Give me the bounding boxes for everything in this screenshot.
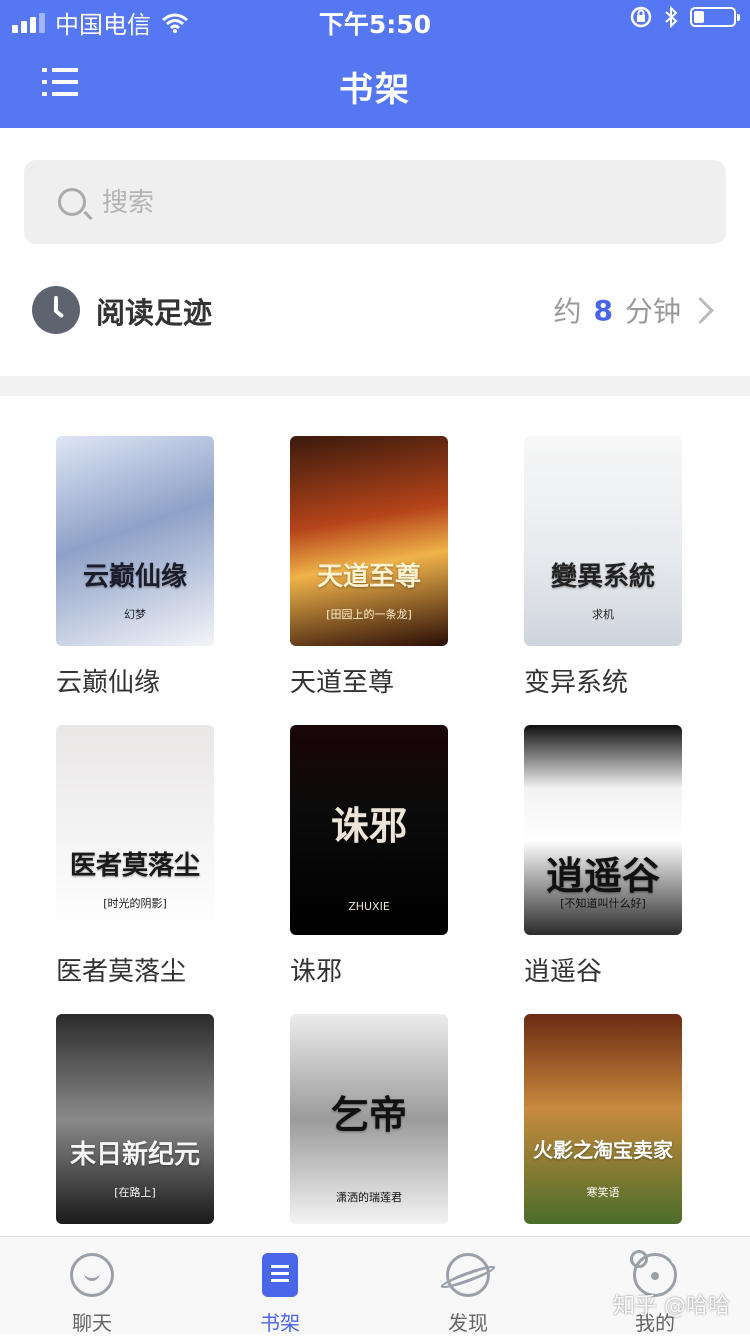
section-divider [0,376,750,396]
cover-author: 求机 [592,608,614,621]
book-item[interactable]: 云巅仙缘 幻梦 云巅仙缘 [56,436,214,699]
reading-time-suffix: 分钟 [624,295,681,328]
book-item[interactable]: 医者莫落尘 [时光的阴影] 医者莫落尘 [56,725,214,988]
cover-title: 火影之淘宝卖家 [533,1138,673,1162]
rotation-lock-icon [630,6,652,28]
bluetooth-icon [665,6,678,28]
search-bar[interactable] [24,160,726,244]
cover-author: 寒笑语 [586,1186,620,1199]
tab-bookshelf[interactable]: 书架 [220,1237,340,1335]
search-input[interactable] [100,182,664,224]
cover-author: [在路上] [114,1186,156,1199]
book-item[interactable]: 變異系統求机变异系统 [524,436,682,699]
book-cover[interactable]: 逍遥谷 [不知道叫什么好] [524,725,682,935]
cover-author: [时光的阴影] [103,897,167,910]
cover-title: 變異系統 [550,562,655,592]
book-item[interactable]: 末日新纪元 [在路上] [56,1014,214,1224]
book-item[interactable]: 逍遥谷 [不知道叫什么好] 逍遥谷 [524,725,682,988]
book-cover[interactable]: 末日新纪元 [在路上] [56,1014,214,1224]
book-title[interactable]: 变异系统 [524,662,682,699]
tab-chat[interactable]: 聊天 [32,1237,152,1335]
cover-author: 幻梦 [124,608,146,621]
reading-time: 约 8 分钟 [553,290,714,330]
book-cover[interactable]: 乞帝 潇洒的瑞莲君 [290,1014,448,1224]
cover-title: 乞帝 [330,1092,407,1137]
tab-label: 书架 [260,1311,300,1335]
cover-title: 末日新纪元 [69,1140,200,1170]
chevron-right-icon [687,296,714,324]
top-bar: 中国电信 下午5:50 书架 [0,0,750,128]
tab-label: 发现 [448,1311,488,1335]
book-cover[interactable]: 變異系統 求机 [524,436,682,646]
book-cover[interactable]: 火影之淘宝卖家寒笑语 [524,1014,682,1224]
chat-icon [70,1253,114,1297]
cover-author: ZHUXIE [348,900,390,913]
history-label: 阅读足迹 [96,296,213,330]
clock-icon [32,286,80,334]
battery-icon [690,7,740,27]
cover-author: [田园上的一条龙] [326,608,412,621]
book-item[interactable]: 乞帝 潇洒的瑞莲君 [290,1014,448,1224]
tab-mine[interactable]: 我的 [595,1237,715,1335]
cover-title: 医者莫落尘 [69,851,200,881]
book-cover[interactable]: 诛邪 ZHUXIE [290,725,448,935]
book-cover[interactable]: 医者莫落尘 [时光的阴影] [56,725,214,935]
status-bar: 中国电信 下午5:50 [0,0,750,40]
book-item[interactable]: 诛邪 ZHUXIE 诛邪 [290,725,448,988]
tab-label: 聊天 [72,1311,112,1335]
book-item[interactable]: 天道至尊 [田园上的一条龙] 天道至尊 [290,436,448,699]
cover-title: 天道至尊 [316,562,421,592]
reading-time-prefix: 约 [553,295,582,328]
cover-title: 云巅仙缘 [82,562,187,592]
book-title[interactable]: 医者莫落尘 [56,951,214,988]
page-title: 书架 [339,70,411,110]
status-right [630,6,740,28]
search-icon [58,188,86,216]
planet-icon [446,1253,490,1297]
book-cover[interactable]: 云巅仙缘 幻梦 [56,436,214,646]
cover-title: 诛邪 [330,803,407,848]
book-title[interactable]: 云巅仙缘 [56,662,214,699]
book-item[interactable]: 火影之淘宝卖家寒笑语 [524,1014,682,1224]
book-title[interactable]: 逍遥谷 [524,951,682,988]
cover-title: 逍遥谷 [545,853,660,898]
bookshelf-icon [262,1253,298,1297]
book-title[interactable]: 天道至尊 [290,662,448,699]
reading-time-minutes: 8 [593,293,613,327]
book-title[interactable]: 诛邪 [290,951,448,988]
book-cover[interactable]: 天道至尊 [田园上的一条龙] [290,436,448,646]
watermark: 知乎 @哈哈 [613,1294,730,1319]
reading-history-row[interactable]: 阅读足迹 约 8 分钟 [0,262,750,358]
tab-discover[interactable]: 发现 [408,1237,528,1335]
cover-author: [不知道叫什么好] [560,897,646,910]
cover-author: 潇洒的瑞莲君 [336,1191,402,1204]
